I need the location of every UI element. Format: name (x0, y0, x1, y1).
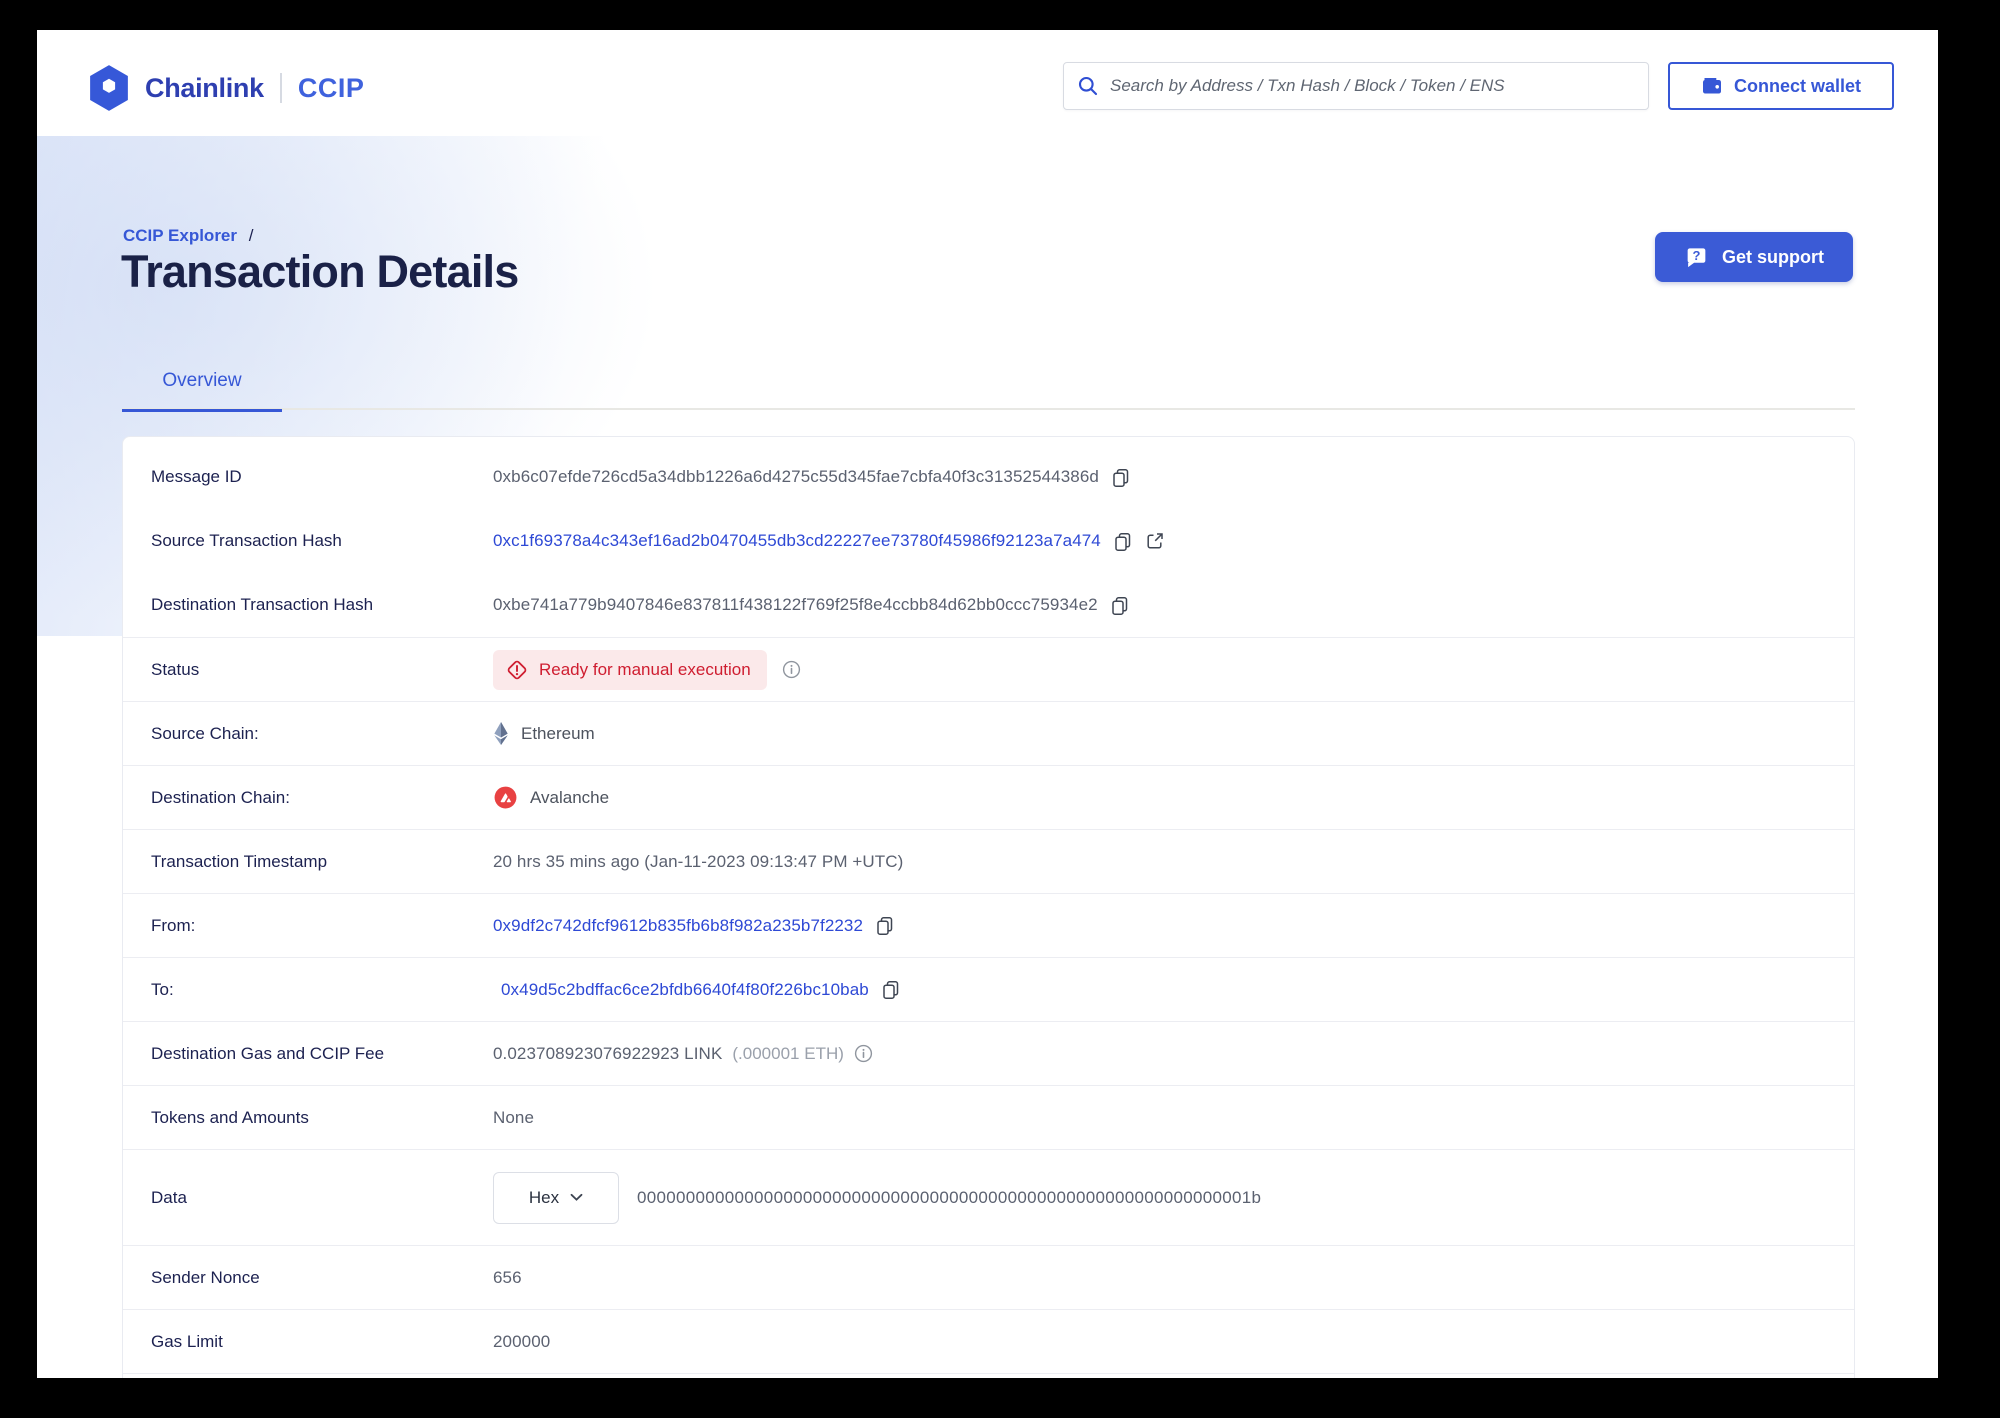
page-title: Transaction Details (121, 246, 519, 297)
sender-nonce-value: 656 (493, 1267, 522, 1287)
dest-tx-hash-value: 0xbe741a779b9407846e837811f438122f769f25… (493, 595, 1098, 614)
row-tokens-and-amounts: Tokens and Amounts None (123, 1085, 1854, 1149)
ccip-explorer-page: Chainlink CCIP Connect wallet CCIP Explo… (37, 30, 1938, 1378)
row-transaction-timestamp: Transaction Timestamp 20 hrs 35 mins ago… (123, 829, 1854, 893)
copy-icon[interactable] (1113, 531, 1133, 552)
tab-overview[interactable]: Overview (122, 370, 282, 412)
status-badge-label: Ready for manual execution (539, 659, 751, 679)
to-label: To: (151, 979, 174, 999)
dest-chain-name: Avalanche (530, 787, 610, 807)
row-destination-chain: Destination Chain: Avalanche (123, 765, 1854, 829)
screenshot-frame: Chainlink CCIP Connect wallet CCIP Explo… (0, 0, 2000, 1418)
fee-eth-equivalent: (.000001 ETH) (732, 1043, 844, 1063)
svg-text:?: ? (1693, 248, 1701, 263)
timestamp-label: Transaction Timestamp (151, 851, 328, 871)
copy-icon[interactable] (881, 979, 901, 1000)
row-status: Status Ready for manual execution (123, 637, 1854, 701)
info-icon[interactable] (782, 660, 801, 679)
brand-name: Chainlink (145, 72, 264, 103)
search-bar[interactable] (1063, 62, 1649, 110)
row-partial-bottom (123, 1373, 1854, 1378)
row-source-transaction-hash: Source Transaction Hash 0xc1f69378a4c343… (123, 509, 1854, 573)
wallet-icon (1701, 76, 1723, 96)
fee-label: Destination Gas and CCIP Fee (151, 1043, 385, 1063)
row-sender-nonce: Sender Nonce 656 (123, 1245, 1854, 1309)
fee-value: 0.023708923076922923 LINK (493, 1043, 723, 1063)
message-id-label: Message ID (151, 467, 242, 486)
get-support-button[interactable]: ? Get support (1655, 232, 1853, 282)
dest-chain-value: Avalanche (493, 785, 609, 810)
row-destination-transaction-hash: Destination Transaction Hash 0xbe741a779… (123, 573, 1854, 637)
from-address-link[interactable]: 0x9df2c742dfcf9612b835fb6b8f982a235b7f22… (493, 916, 863, 936)
connect-wallet-label: Connect wallet (1733, 75, 1862, 96)
data-label: Data (151, 1187, 187, 1207)
source-tx-hash-link[interactable]: 0xc1f69378a4c343ef16ad2b0470455db3cd2222… (493, 531, 1101, 551)
status-label: Status (151, 659, 200, 679)
source-chain-name: Ethereum (521, 723, 595, 743)
row-message-id: Message ID 0xb6c07efde726cd5a34dbb1226a6… (123, 445, 1854, 509)
status-badge: Ready for manual execution (493, 649, 767, 690)
brand[interactable]: Chainlink CCIP (87, 64, 364, 112)
search-icon (1077, 75, 1099, 97)
source-chain-value: Ethereum (493, 721, 595, 746)
data-hex-value: 0000000000000000000000000000000000000000… (637, 1187, 1262, 1207)
row-source-chain: Source Chain: Ethereum (123, 701, 1854, 765)
gas-limit-value: 200000 (493, 1331, 551, 1351)
from-label: From: (151, 915, 196, 935)
tokens-label: Tokens and Amounts (151, 1107, 309, 1127)
question-bubble-icon: ? (1684, 245, 1709, 270)
timestamp-value: 20 hrs 35 mins ago (Jan-11-2023 09:13:47… (493, 851, 904, 871)
tokens-value: None (493, 1107, 535, 1127)
copy-icon[interactable] (1110, 595, 1130, 616)
row-data: Data Hex 0000000000000000000000000000000… (123, 1149, 1854, 1245)
ethereum-icon (493, 721, 509, 746)
chainlink-hexagon-logo-icon (87, 64, 131, 112)
external-link-icon[interactable] (1145, 531, 1165, 551)
sender-nonce-label: Sender Nonce (151, 1267, 260, 1287)
info-icon[interactable] (854, 1044, 873, 1063)
message-id-value: 0xb6c07efde726cd5a34dbb1226a6d4275c55d34… (493, 467, 1099, 486)
row-destination-gas-and-ccip-fee: Destination Gas and CCIP Fee 0.023708923… (123, 1021, 1854, 1085)
warning-diamond-icon (506, 659, 528, 681)
copy-icon[interactable] (875, 915, 895, 936)
tabs-divider-line (122, 408, 1855, 410)
source-tx-label: Source Transaction Hash (151, 531, 342, 550)
dest-chain-label: Destination Chain: (151, 787, 290, 807)
breadcrumb-ccip-explorer-link[interactable]: CCIP Explorer (123, 226, 237, 245)
to-address-link[interactable]: 0x49d5c2bdffac6ce2bfdb6640f4f80f226bc10b… (501, 980, 869, 1000)
brand-product: CCIP (297, 72, 365, 103)
search-input[interactable] (1110, 76, 1635, 96)
avalanche-icon (493, 785, 518, 810)
data-format-select[interactable]: Hex (493, 1171, 619, 1224)
get-support-label: Get support (1722, 246, 1824, 267)
row-from: From: 0x9df2c742dfcf9612b835fb6b8f982a23… (123, 893, 1854, 957)
transaction-details-card: Message ID 0xb6c07efde726cd5a34dbb1226a6… (122, 436, 1855, 1378)
chevron-down-icon (570, 1193, 583, 1202)
source-chain-label: Source Chain: (151, 723, 259, 743)
row-to: To: 0x49d5c2bdffac6ce2bfdb6640f4f80f226b… (123, 957, 1854, 1021)
row-gas-limit: Gas Limit 200000 (123, 1309, 1854, 1373)
connect-wallet-button[interactable]: Connect wallet (1668, 62, 1894, 110)
data-format-value: Hex (528, 1187, 560, 1207)
dest-tx-label: Destination Transaction Hash (151, 595, 374, 614)
breadcrumb-separator: / (248, 226, 254, 245)
copy-icon[interactable] (1111, 467, 1131, 488)
gas-limit-label: Gas Limit (151, 1331, 223, 1351)
brand-divider (279, 73, 282, 103)
breadcrumb: CCIP Explorer / (123, 226, 253, 246)
